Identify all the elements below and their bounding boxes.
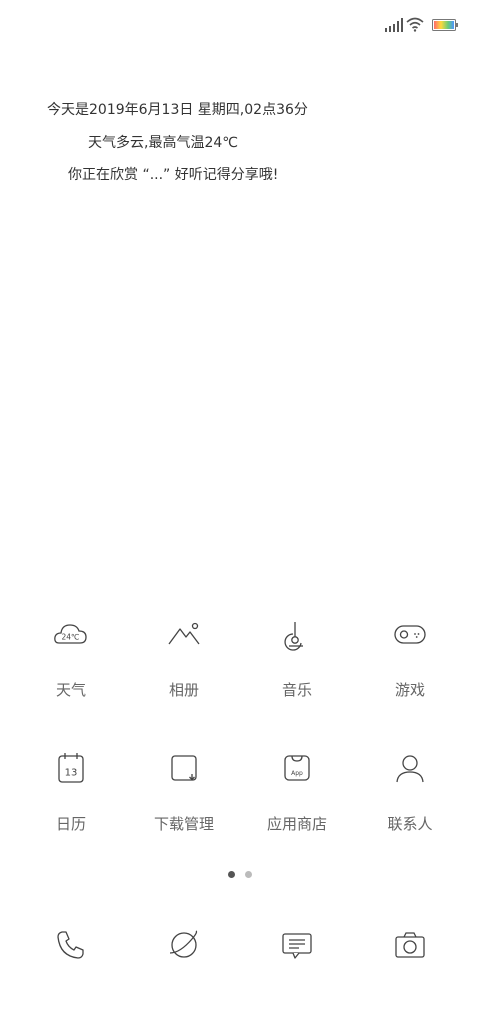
gallery-icon (168, 622, 200, 645)
page-dot-inactive[interactable] (245, 871, 252, 878)
app-download-manager[interactable]: 下载管理 (144, 750, 224, 834)
app-calendar[interactable]: 13 日历 (31, 750, 111, 834)
app-gallery[interactable]: 相册 (144, 616, 224, 700)
camera-icon[interactable] (392, 927, 428, 963)
music-icon (284, 622, 303, 651)
game-icon (394, 625, 426, 644)
weather-icon-temp: 24℃ (62, 633, 80, 642)
calendar-icon: 13 (58, 753, 84, 783)
app-label: 音乐 (281, 681, 312, 699)
signal-icon (385, 18, 403, 32)
app-label: 游戏 (394, 681, 425, 699)
app-label: 天气 (55, 681, 86, 699)
date-time-text: 今天是2019年6月13日 星期四,02点36分 (47, 102, 308, 118)
calendar-icon-day: 13 (65, 768, 78, 779)
wifi-icon (406, 17, 424, 32)
page-indicator (225, 871, 265, 881)
app-store-icon-text: App (291, 770, 303, 777)
app-label: 下载管理 (153, 815, 214, 833)
now-playing-text: 你正在欣赏 “...” 好听记得分享哦! (68, 167, 279, 183)
app-contacts[interactable]: 联系人 (370, 750, 450, 834)
app-store[interactable]: App 应用商店 (257, 750, 337, 834)
weather-icon: 24℃ (54, 624, 87, 644)
message-icon[interactable] (279, 927, 315, 963)
app-music[interactable]: 音乐 (257, 616, 337, 700)
app-label: 日历 (55, 815, 86, 833)
status-bar (0, 0, 480, 44)
page-dot-active[interactable] (228, 871, 235, 878)
app-game[interactable]: 游戏 (370, 616, 450, 700)
app-label: 联系人 (387, 815, 433, 833)
battery-icon (432, 19, 458, 31)
app-label: 相册 (168, 681, 199, 699)
app-weather[interactable]: 24℃ 天气 (31, 616, 111, 700)
contact-icon (396, 755, 424, 783)
weather-summary-text: 天气多云,最高气温24℃ (88, 135, 238, 151)
phone-icon[interactable] (53, 927, 89, 963)
app-store-icon: App (284, 755, 310, 781)
browser-icon[interactable] (166, 927, 202, 963)
download-icon (171, 755, 197, 781)
home-screen: 今天是2019年6月13日 星期四,02点36分 天气多云,最高气温24℃ 你正… (0, 0, 480, 1013)
app-label: 应用商店 (266, 815, 327, 833)
